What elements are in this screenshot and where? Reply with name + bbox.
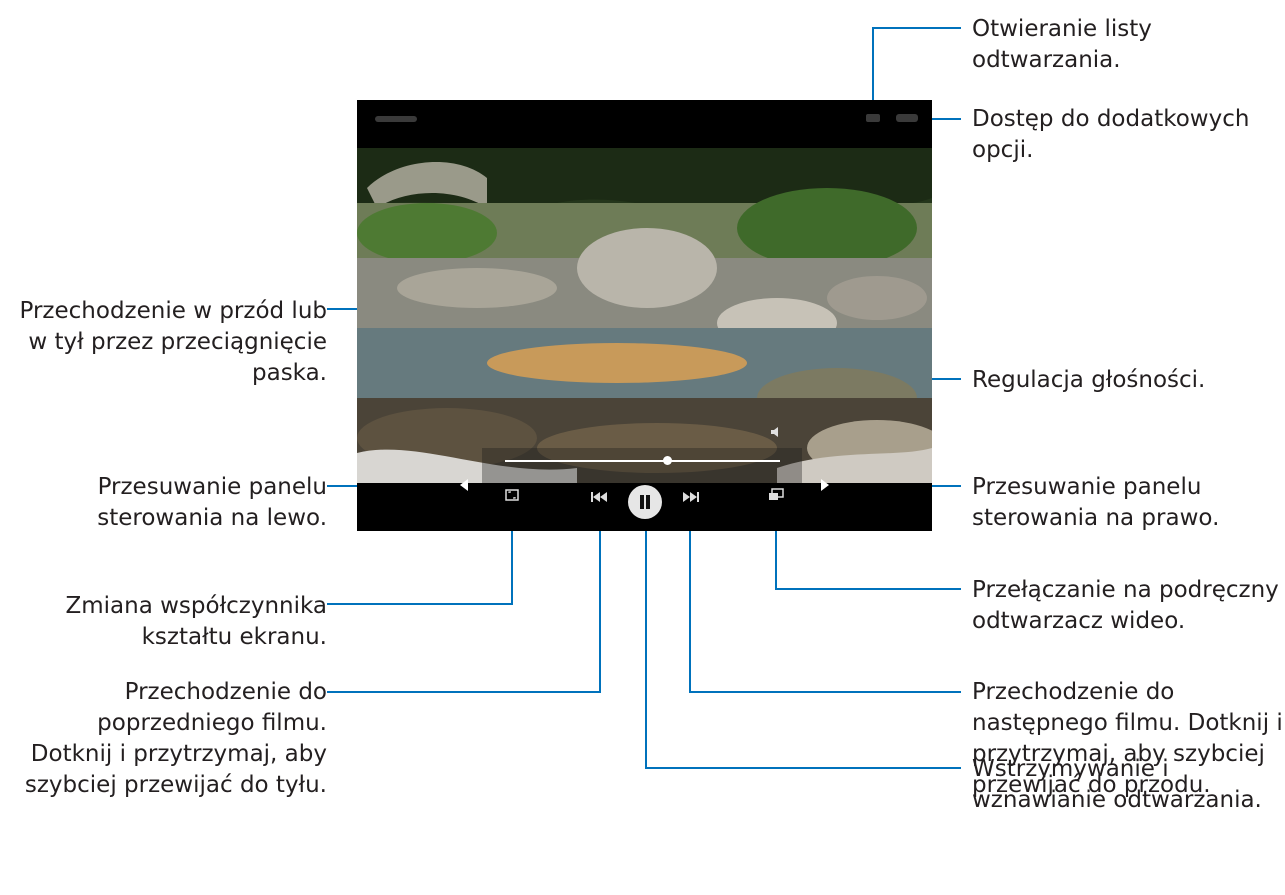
annotation-more-options-line2: opcji. [972,137,1034,163]
seek-bar-track[interactable] [505,460,780,462]
annotation-pause-line2: wznawianie odtwarzania. [972,787,1262,813]
river-scene-image [357,148,932,483]
video-title [375,116,417,122]
annotation-pause: Wstrzymywanie i wznawianie odtwarzania. [972,754,1262,816]
annotation-aspect-ratio: Zmiana współczynnika kształtu ekranu. [65,591,327,653]
annotation-seek-line1: Przechodzenie w przód lub [19,298,328,324]
annotation-previous: Przechodzenie do poprzedniego filmu. Dot… [25,677,327,801]
annotation-popup-line2: odtwarzacz wideo. [972,608,1186,634]
annotation-more-options-line1: Dostęp do dodatkowych [972,106,1250,132]
annotation-previous-line1: Przechodzenie do [124,679,327,705]
annotation-move-right: Przesuwanie panelu sterowania na prawo. [972,472,1219,534]
annotation-playlist-line1: Otwieranie listy [972,16,1152,42]
more-options-icon[interactable] [896,114,918,122]
annotation-playlist-line2: odtwarzania. [972,47,1121,73]
annotation-pause-line1: Wstrzymywanie i [972,756,1169,782]
annotation-seek: Przechodzenie w przód lub w tył przez pr… [20,296,328,389]
annotation-move-left-line2: sterowania na lewo. [97,505,327,531]
annotation-move-right-line1: Przesuwanie panelu [972,474,1202,500]
video-player-screen [357,100,932,531]
annotation-previous-line2: poprzedniego filmu. [97,710,327,736]
volume-icon[interactable] [769,425,783,439]
pause-button[interactable] [628,485,662,519]
annotation-volume: Regulacja głośności. [972,365,1205,396]
next-track-icon[interactable] [683,488,699,502]
annotation-aspect-ratio-line1: Zmiana współczynnika [65,593,327,619]
annotation-popup-line1: Przełączanie na podręczny [972,577,1279,603]
annotation-previous-line4: szybciej przewijać do tyłu. [24,772,327,798]
annotation-next-line2: następnego filmu. Dotknij i [972,710,1283,736]
move-right-arrow-icon[interactable] [821,479,829,491]
annotation-popup: Przełączanie na podręczny odtwarzacz wid… [972,575,1279,637]
annotation-playlist: Otwieranie listy odtwarzania. [972,14,1152,76]
annotation-move-left: Przesuwanie panelu sterowania na lewo. [97,472,327,534]
player-top-bar [357,100,932,148]
aspect-ratio-icon[interactable] [505,487,519,501]
video-frame [357,148,932,483]
playlist-icon[interactable] [866,114,880,122]
annotation-next-line1: Przechodzenie do [972,679,1175,705]
annotation-more-options: Dostęp do dodatkowych opcji. [972,104,1249,166]
control-panel [357,479,932,531]
move-left-arrow-icon[interactable] [460,479,468,491]
annotation-previous-line3: Dotknij i przytrzymaj, aby [30,741,327,767]
annotation-move-right-line2: sterowania na prawo. [972,505,1220,531]
seek-bar-handle[interactable] [663,456,672,465]
leader-playlist [872,27,961,106]
annotation-aspect-ratio-line2: kształtu ekranu. [141,624,327,650]
previous-track-icon[interactable] [591,488,607,502]
annotation-seek-line2: w tył przez przeciągnięcie [28,329,327,355]
annotation-move-left-line1: Przesuwanie panelu [97,474,327,500]
annotation-seek-line3: paska. [252,360,327,386]
popup-player-icon[interactable] [768,487,784,501]
annotation-volume-line1: Regulacja głośności. [972,367,1206,393]
leader-pause [645,500,961,769]
